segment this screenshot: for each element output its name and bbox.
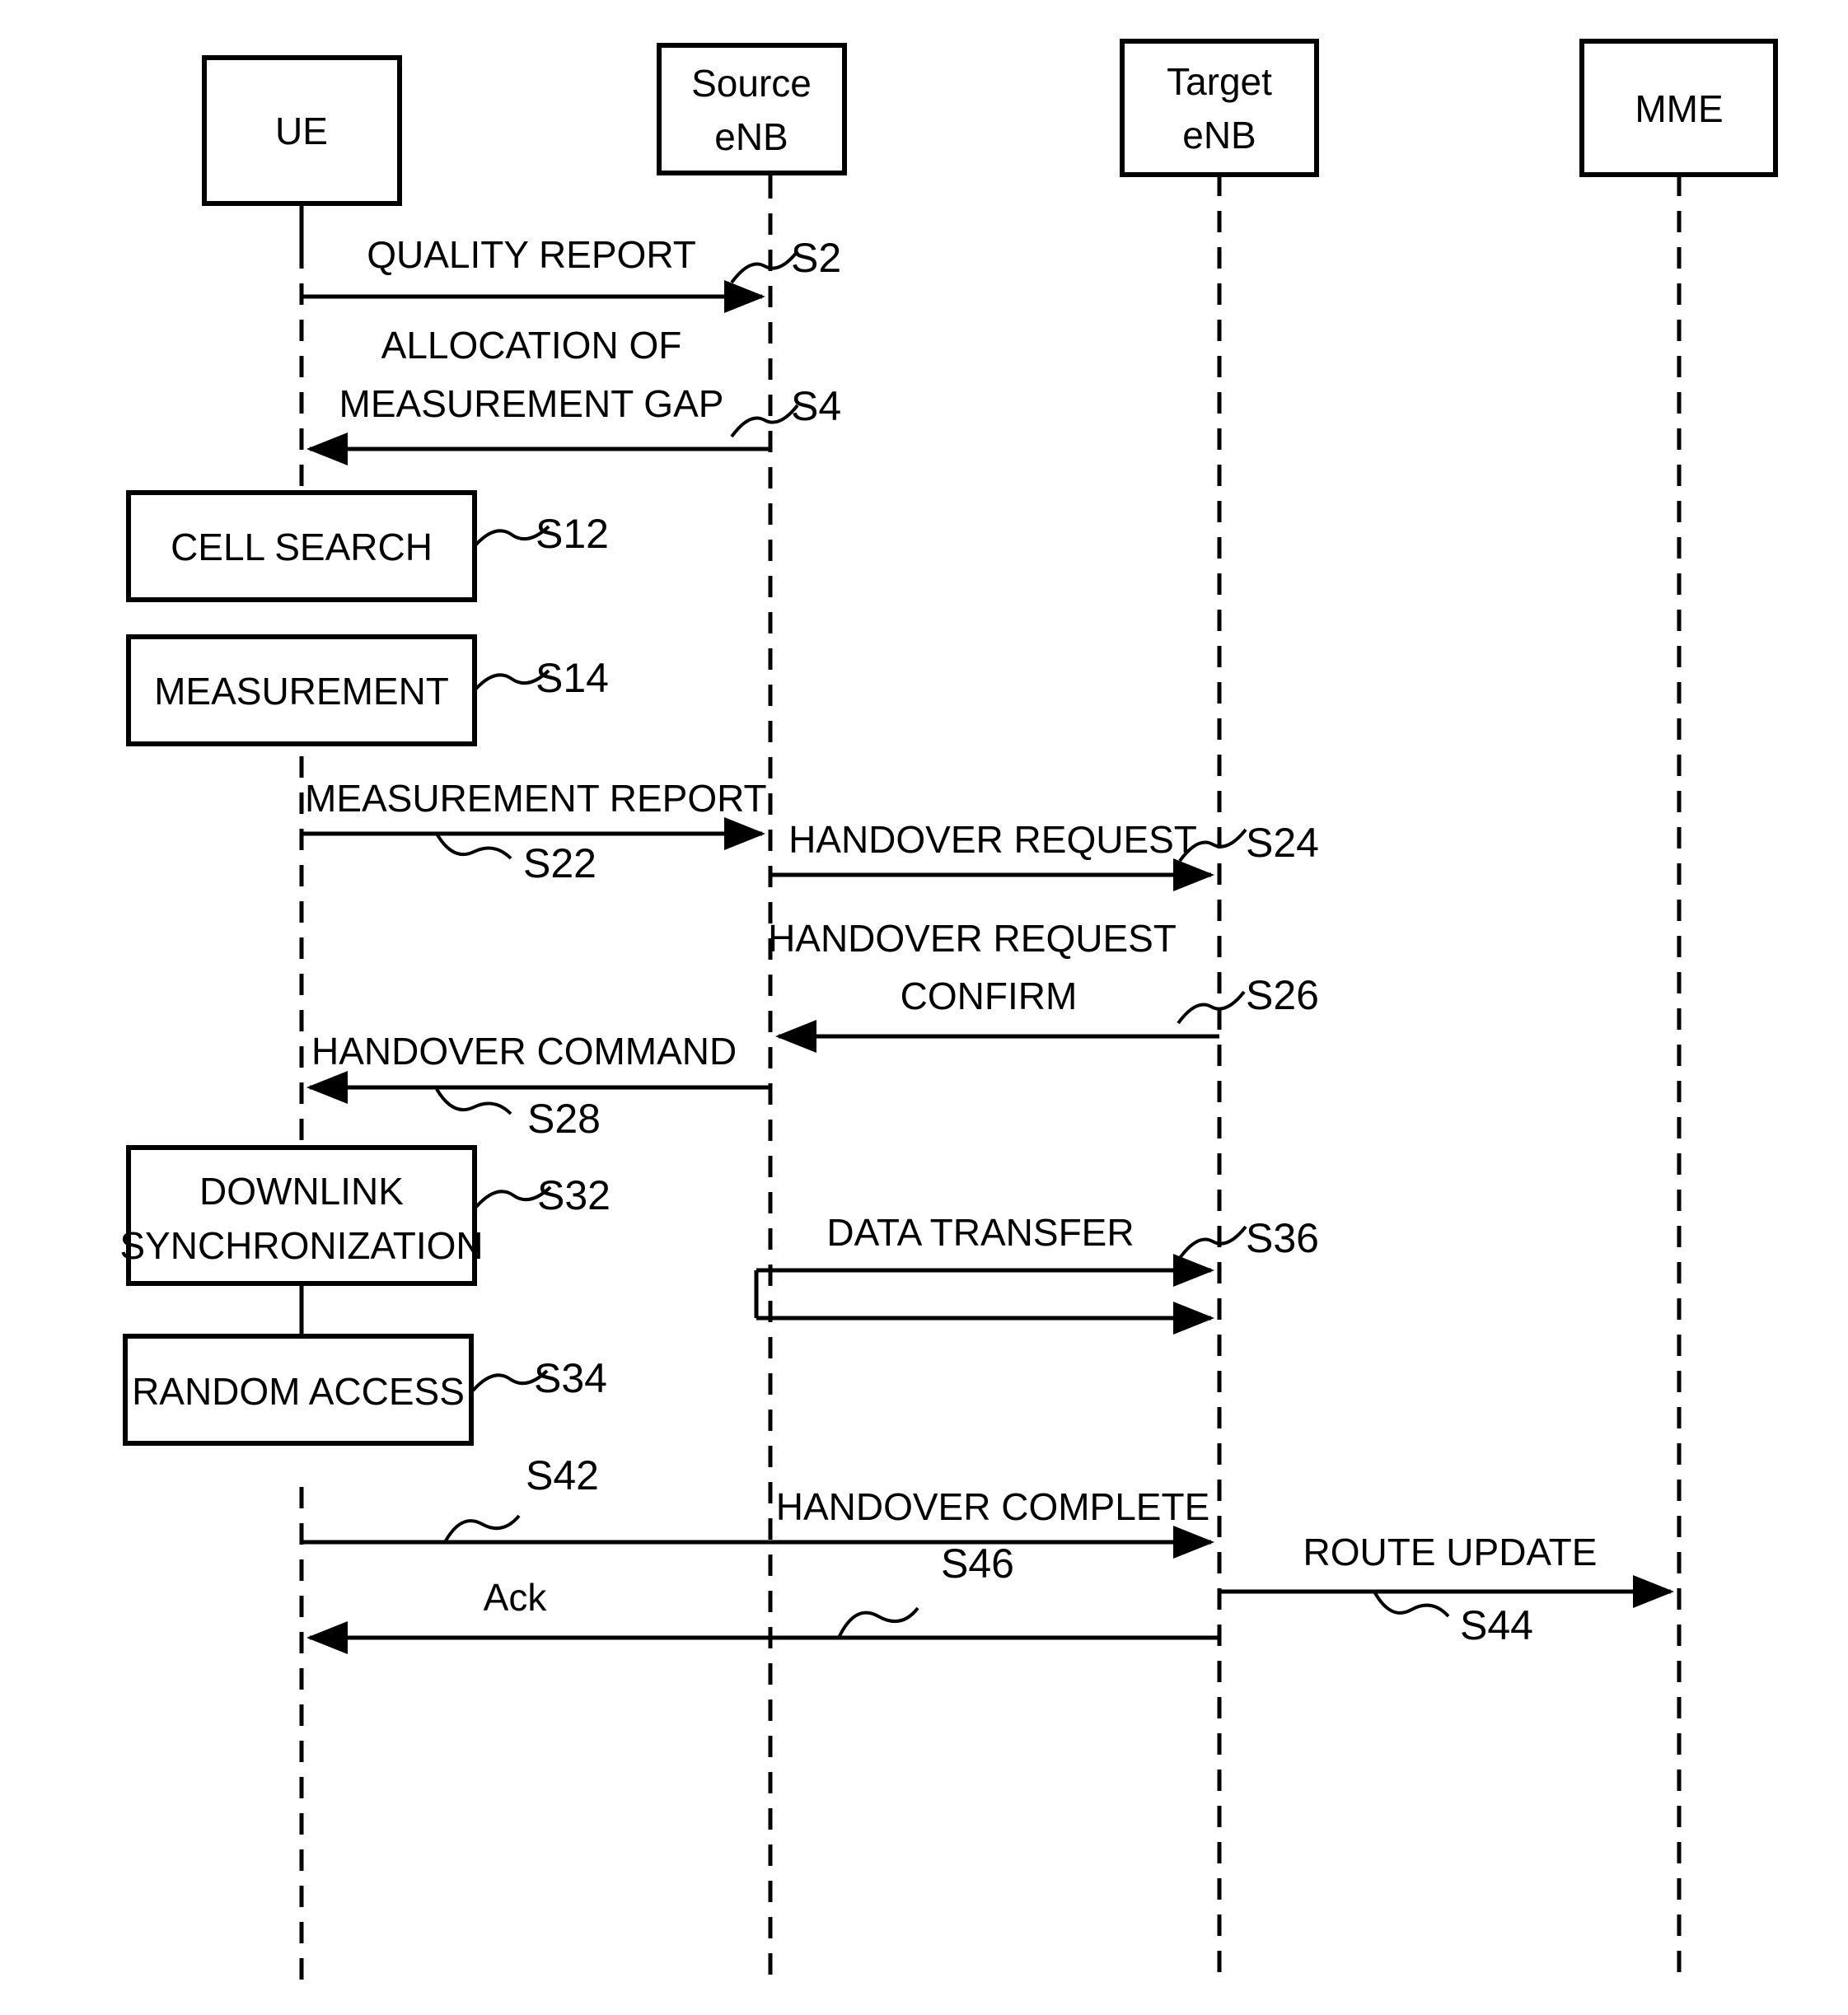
leader-line-s26	[1177, 990, 1246, 1025]
leader-line-s46	[837, 1606, 919, 1639]
message-s24[interactable]: HANDOVER REQUEST S24	[770, 818, 1319, 891]
message-s28[interactable]: HANDOVER COMMAND S28	[306, 1030, 770, 1142]
step-label-s24: S24	[1246, 820, 1319, 866]
handover-sequence-diagram: UE Source eNB Target eNB MME QUALITY REP…	[119, 39, 1778, 1985]
message-s44[interactable]: ROUTE UPDATE S44	[1219, 1531, 1675, 1648]
message-s36[interactable]: DATA TRANSFER S36	[754, 1211, 1319, 1335]
step-label-s46: S46	[941, 1540, 1014, 1587]
message-label-s22: MEASUREMENT REPORT	[305, 777, 767, 820]
actor-mme[interactable]: MME	[1579, 39, 1778, 177]
step-label-s34: S34	[534, 1355, 607, 1401]
leader-line-s36	[1178, 1225, 1247, 1260]
step-label-s2: S2	[791, 235, 841, 281]
actor-target-enb[interactable]: Target eNB	[1120, 39, 1319, 177]
message-label-s4-line2: MEASUREMENT GAP	[339, 382, 724, 425]
message-label-s36: DATA TRANSFER	[826, 1211, 1134, 1254]
message-s2[interactable]: QUALITY REPORT S2	[302, 233, 841, 313]
process-s32[interactable]: DOWNLINK SYNCHRONIZATION S32	[119, 1145, 611, 1286]
actor-label-mme: MME	[1635, 87, 1723, 130]
step-label-s22: S22	[523, 840, 597, 886]
message-label-s44: ROUTE UPDATE	[1303, 1531, 1598, 1573]
leader-line-s44	[1373, 1591, 1450, 1618]
process-label-s32-line1: DOWNLINK	[199, 1170, 404, 1213]
step-label-s4: S4	[791, 383, 841, 429]
process-label-s32-line2: SYNCHRONIZATION	[119, 1224, 483, 1267]
step-label-s26: S26	[1246, 972, 1319, 1018]
message-label-s24: HANDOVER REQUEST	[788, 818, 1197, 861]
message-s46[interactable]: Ack S46	[306, 1540, 1219, 1654]
message-label-s28: HANDOVER COMMAND	[311, 1030, 737, 1073]
message-label-s26-line2: CONFIRM	[901, 975, 1078, 1017]
process-s12[interactable]: CELL SEARCH S12	[126, 490, 609, 602]
message-label-s2: QUALITY REPORT	[367, 233, 696, 276]
process-s14[interactable]: MEASUREMENT S14	[126, 634, 609, 746]
message-s42[interactable]: HANDOVER COMPLETE S42	[302, 1452, 1215, 1559]
step-label-s14: S14	[536, 655, 609, 701]
sequence-diagram-canvas: UE Source eNB Target eNB MME QUALITY REP…	[0, 0, 1848, 2015]
leader-line-s22	[435, 832, 512, 860]
actor-ue[interactable]: UE	[202, 55, 402, 206]
step-label-s44: S44	[1460, 1602, 1533, 1648]
leader-line-s2	[730, 250, 799, 284]
message-s22[interactable]: MEASUREMENT REPORT S22	[302, 777, 767, 886]
actor-label-ue: UE	[275, 110, 328, 152]
message-s26[interactable]: HANDOVER REQUEST CONFIRM S26	[768, 917, 1319, 1053]
step-label-s12: S12	[536, 511, 609, 557]
process-label-s34: RANDOM ACCESS	[132, 1370, 465, 1413]
leader-line-s28	[435, 1087, 512, 1115]
actor-label-source-enb-line1: Source	[691, 62, 812, 105]
message-s4[interactable]: ALLOCATION OF MEASUREMENT GAP S4	[306, 324, 841, 465]
message-label-s26-line1: HANDOVER REQUEST	[768, 917, 1177, 960]
actor-source-enb[interactable]: Source eNB	[657, 43, 847, 175]
process-s34[interactable]: RANDOM ACCESS S34	[123, 1334, 607, 1446]
actor-label-source-enb-line2: eNB	[714, 115, 788, 158]
step-label-s42: S42	[526, 1452, 599, 1498]
message-label-s4-line1: ALLOCATION OF	[381, 324, 682, 367]
actor-label-target-enb-line2: eNB	[1182, 114, 1256, 157]
leader-line-s42	[443, 1514, 521, 1543]
leader-line-s4	[730, 404, 799, 438]
step-label-s28: S28	[527, 1096, 601, 1142]
process-label-s14: MEASUREMENT	[154, 670, 449, 713]
message-label-s46: Ack	[484, 1576, 548, 1619]
process-label-s12: CELL SEARCH	[171, 526, 433, 568]
actor-label-target-enb-line1: Target	[1167, 60, 1272, 103]
message-label-s42: HANDOVER COMPLETE	[776, 1485, 1210, 1528]
step-label-s32: S32	[537, 1172, 611, 1218]
step-label-s36: S36	[1246, 1215, 1319, 1261]
